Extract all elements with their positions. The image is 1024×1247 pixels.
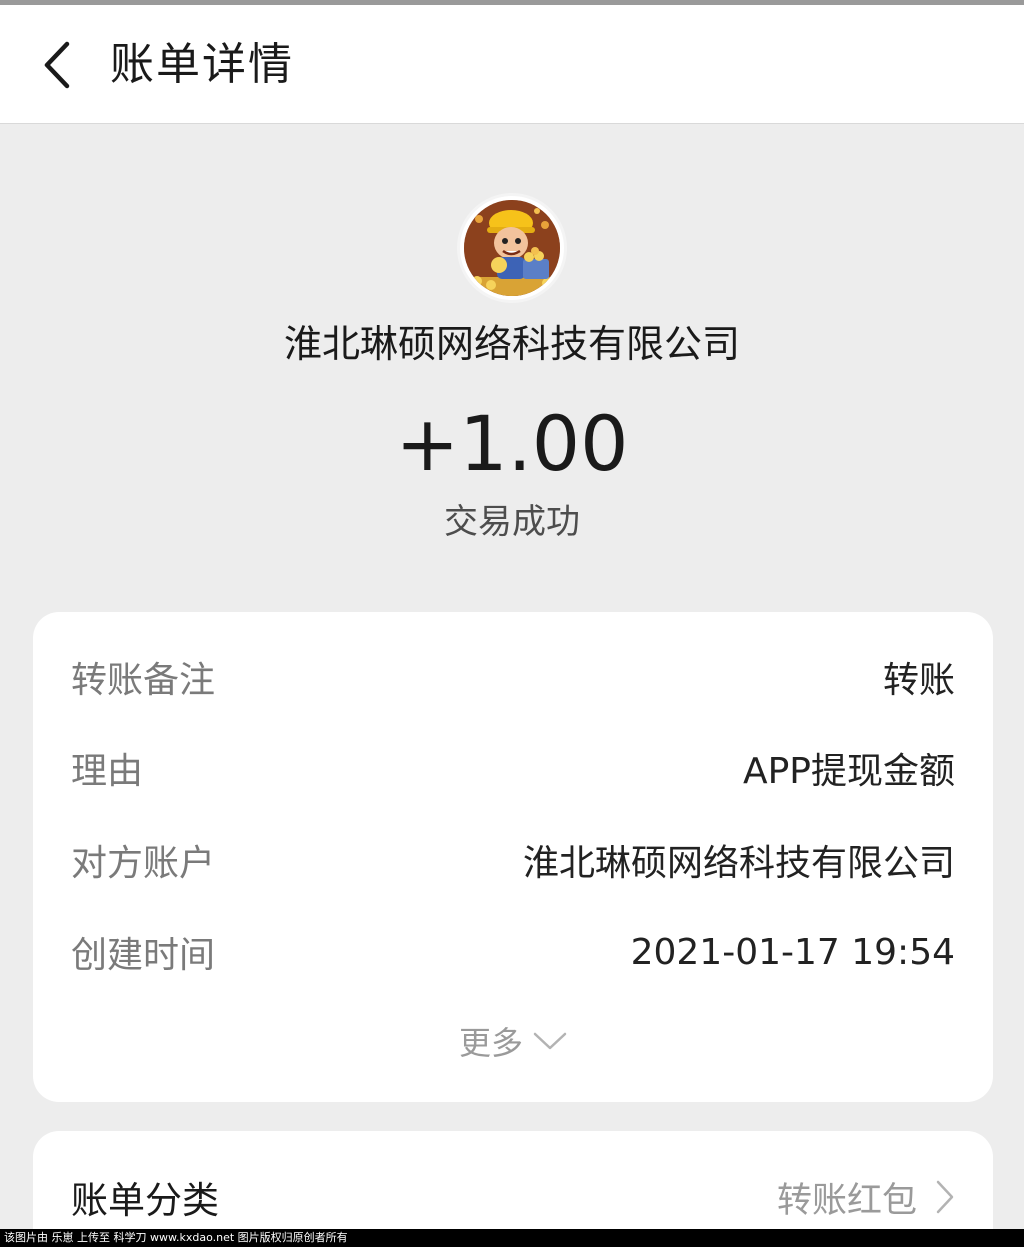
- chevron-left-icon: [44, 41, 70, 88]
- detail-row-reason: 理由 APP提现金额: [71, 743, 955, 793]
- counterparty-name: 淮北琳硕网络科技有限公司: [283, 322, 740, 366]
- more-label: 更多: [458, 1024, 523, 1062]
- detail-label: 对方账户: [71, 843, 216, 884]
- page-title: 账单详情: [110, 39, 294, 90]
- detail-row-account: 对方账户 淮北琳硕网络科技有限公司: [71, 835, 955, 885]
- detail-label: 理由: [71, 751, 144, 792]
- more-button[interactable]: 更多: [33, 1016, 993, 1066]
- transaction-status: 交易成功: [444, 502, 580, 542]
- category-row[interactable]: 账单分类 转账红包: [71, 1171, 955, 1223]
- detail-row-remark: 转账备注 转账: [71, 652, 955, 702]
- back-button[interactable]: [22, 27, 92, 102]
- detail-value: 2021-01-17 19:54: [630, 931, 955, 973]
- detail-value: APP提现金额: [742, 751, 955, 792]
- header-bar: 账单详情: [0, 5, 1024, 124]
- transaction-amount: +1.00: [395, 399, 629, 488]
- chevron-down-icon: [533, 1032, 567, 1050]
- detail-label: 创建时间: [71, 935, 216, 976]
- category-value: 转账红包: [776, 1180, 917, 1221]
- detail-value: 转账: [882, 660, 955, 701]
- miner-avatar-icon: [464, 200, 560, 296]
- chevron-right-icon: [936, 1180, 954, 1214]
- category-label: 账单分类: [71, 1179, 219, 1222]
- avatar: [457, 193, 567, 303]
- detail-card: 转账备注 转账 理由 APP提现金额 对方账户 淮北琳硕网络科技有限公司 创建时…: [33, 612, 993, 1102]
- detail-value: 淮北琳硕网络科技有限公司: [522, 843, 955, 884]
- detail-row-time: 创建时间 2021-01-17 19:54: [71, 927, 955, 977]
- detail-label: 转账备注: [71, 660, 216, 701]
- watermark-bar: 该图片由 乐崽 上传至 科学刀 www.kxdao.net 图片版权归原创者所有: [0, 1229, 1024, 1247]
